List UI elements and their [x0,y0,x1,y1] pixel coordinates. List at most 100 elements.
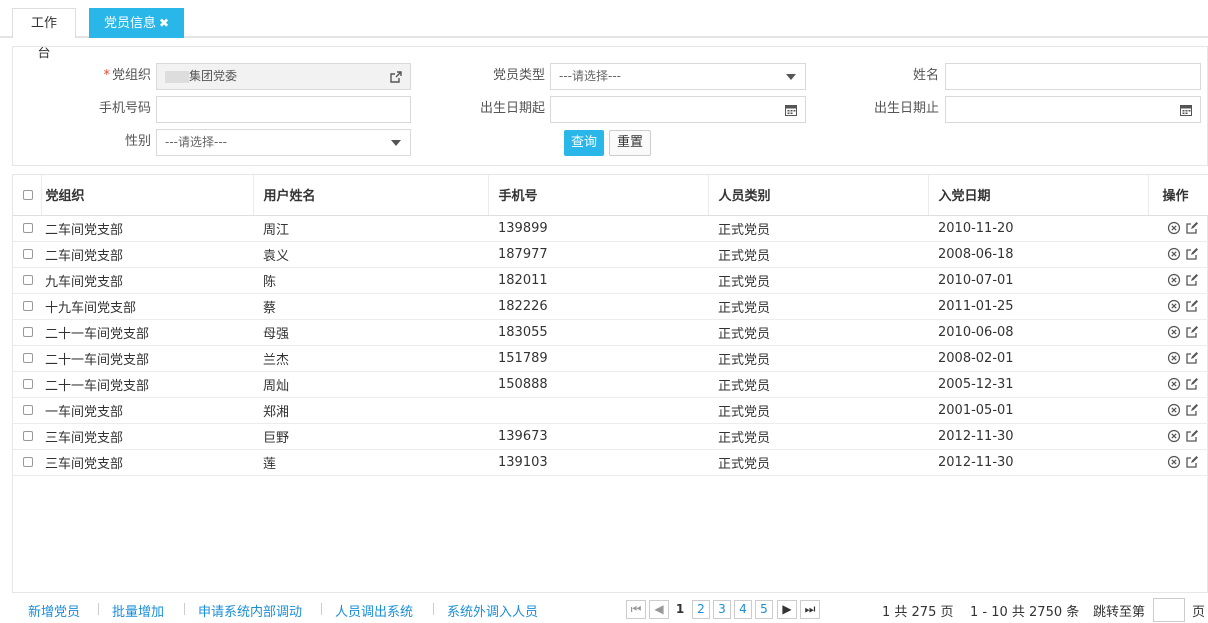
col-phone[interactable]: 手机号 [488,175,709,216]
edit-icon[interactable] [1185,247,1199,261]
select-all-checkbox[interactable] [23,189,33,200]
row-checkbox[interactable] [23,301,33,311]
calendar-icon[interactable] [1172,97,1200,122]
row-checkbox[interactable] [23,379,33,389]
birth-to-input[interactable] [945,96,1201,123]
edit-icon[interactable] [1185,221,1199,235]
type-label: 党员类型 [492,68,545,83]
row-checkbox[interactable] [23,327,33,337]
cell-phone: 187977 [488,241,708,268]
col-join-date[interactable]: 入党日期 [928,175,1149,216]
internal-transfer-link[interactable]: 申请系统内部调动 [198,601,302,620]
table-row[interactable]: 二车间党支部 袁义 187977 正式党员 2008-06-18 [13,241,1208,268]
cell-name: 蔡 [253,293,488,320]
edit-icon[interactable] [1185,429,1199,443]
table-row[interactable]: 九车间党支部陈 182011 正式党员 2010-07-01 [13,267,1208,294]
delete-icon[interactable] [1167,429,1181,443]
member-table: 党组织 用户姓名 手机号 人员类别 入党日期 操作 二车间党支部 周江 139899… [12,174,1208,592]
external-link-icon[interactable] [382,64,410,89]
cell-phone: 139899 [488,215,708,242]
page-4[interactable]: 4 [734,600,752,619]
cell-join-date: 2010-06-08 [928,319,1148,346]
cell-join-date: 2010-07-01 [928,267,1148,294]
cell-category: 正式党员 [708,345,928,372]
cell-category: 正式党员 [708,267,928,294]
edit-icon[interactable] [1185,325,1199,339]
name-input[interactable] [945,63,1201,90]
birth-from-label: 出生日期起 [479,101,545,116]
col-category[interactable]: 人员类别 [708,175,929,216]
transfer-out-link[interactable]: 人员调出系统 [335,601,413,620]
row-checkbox-cell [13,267,41,294]
cell-actions [1148,397,1208,424]
birth-from-input[interactable] [550,96,806,123]
cell-category: 正式党员 [708,397,928,424]
cell-category: 正式党员 [708,423,928,450]
row-checkbox[interactable] [23,249,33,259]
table-row[interactable]: 二十一车间党支部 兰杰 151789 正式党员 2008-02-01 [13,345,1208,372]
batch-add-link[interactable]: 批量增加 [112,601,164,620]
chevron-down-icon [777,64,805,89]
tab-party-member-info[interactable]: 党员信息 ✖ [89,8,184,38]
prev-page-button[interactable]: ◀ [649,600,669,619]
row-checkbox[interactable] [23,457,33,467]
delete-icon[interactable] [1167,247,1181,261]
row-checkbox[interactable] [23,431,33,441]
cell-phone: 139103 [488,449,708,476]
org-label: * 党组织 [103,68,151,83]
row-checkbox[interactable] [23,405,33,415]
delete-icon[interactable] [1167,299,1181,313]
cell-category: 正式党员 [708,293,928,320]
table-row[interactable]: 三车间党支部 巨野 139673 正式党员 2012-11-30 [13,423,1208,450]
calendar-icon[interactable] [777,97,805,122]
close-icon[interactable]: ✖ [159,16,169,30]
cell-category: 正式党员 [708,241,928,268]
page-5[interactable]: 5 [755,600,773,619]
delete-icon[interactable] [1167,455,1181,469]
row-checkbox[interactable] [23,223,33,233]
transfer-in-link[interactable]: 系统外调入人员 [447,601,538,620]
cell-name: 郑湘 [253,397,488,424]
table-row[interactable]: 三车间党支部莲 139103 正式党员 2012-11-30 [13,449,1208,476]
tab-home[interactable]: 工作台 [12,8,76,61]
delete-icon[interactable] [1167,351,1181,365]
cell-phone: 182226 [488,293,708,320]
table-row[interactable]: 二十一车间党支部 母强 183055 正式党员 2010-06-08 [13,319,1208,346]
delete-icon[interactable] [1167,221,1181,235]
edit-icon[interactable] [1185,351,1199,365]
table-row[interactable]: 十九车间党支部蔡 182226 正式党员 2011-01-25 [13,293,1208,320]
reset-button[interactable]: 重置 [609,130,651,156]
row-checkbox[interactable] [23,275,33,285]
page-2[interactable]: 2 [692,600,710,619]
page-suffix: 页 [1192,605,1206,620]
delete-icon[interactable] [1167,273,1181,287]
member-type-select[interactable]: ---请选择--- [550,63,806,90]
next-page-button[interactable]: ▶ [777,600,797,619]
query-button[interactable]: 查询 [564,130,604,156]
cell-phone: 151789 [488,345,708,372]
edit-icon[interactable] [1185,273,1199,287]
table-row[interactable]: 二十一车间党支部 周灿 150888 正式党员 2005-12-31 [13,371,1208,398]
add-member-link[interactable]: 新增党员 [28,601,80,620]
table-row[interactable]: 一车间党支部 郑湘 正式党员 2001-05-01 [13,397,1208,424]
edit-icon[interactable] [1185,403,1199,417]
page-1[interactable]: 1 [672,600,688,619]
delete-icon[interactable] [1167,403,1181,417]
row-checkbox[interactable] [23,353,33,363]
delete-icon[interactable] [1167,325,1181,339]
table-row[interactable]: 二车间党支部 周江 139899 正式党员 2010-11-20 [13,215,1208,242]
jump-page-input[interactable] [1153,598,1185,622]
page-3[interactable]: 3 [713,600,731,619]
gender-select[interactable]: ---请选择--- [156,129,411,156]
org-field[interactable]: 集团党委 [156,63,411,90]
col-org[interactable]: 党组织 [41,175,254,216]
col-name[interactable]: 用户姓名 [253,175,489,216]
edit-icon[interactable] [1185,455,1199,469]
first-page-button[interactable]: ⏮ [626,600,646,619]
last-page-button[interactable]: ⏭ [800,600,820,619]
edit-icon[interactable] [1185,299,1199,313]
delete-icon[interactable] [1167,377,1181,391]
cell-category: 正式党员 [708,371,928,398]
phone-input[interactable] [156,96,411,123]
edit-icon[interactable] [1185,377,1199,391]
